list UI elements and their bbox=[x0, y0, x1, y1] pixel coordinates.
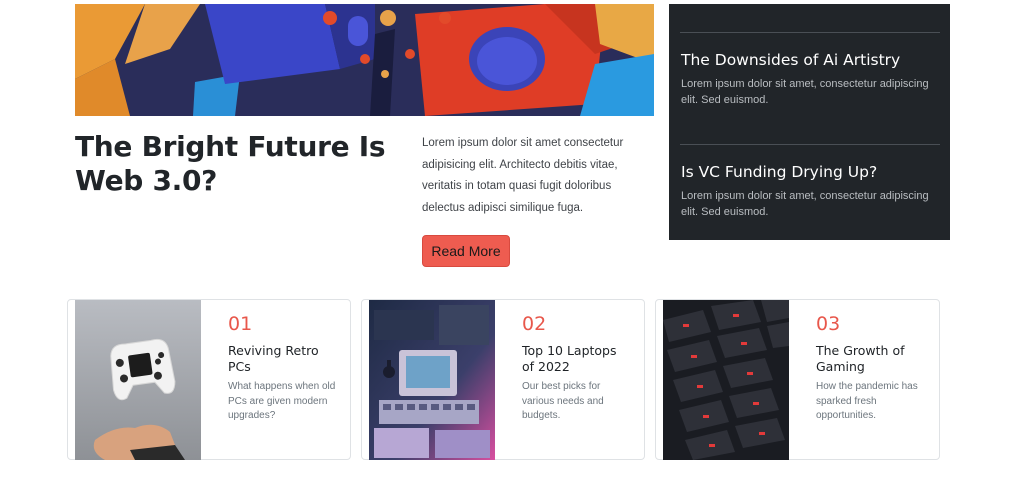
sidebar-item-title[interactable]: Is VC Funding Drying Up? bbox=[681, 162, 940, 182]
sidebar-item-title[interactable]: The Downsides of Ai Artistry bbox=[681, 50, 940, 70]
sidebar-divider bbox=[680, 32, 940, 33]
hero-description: Lorem ipsum dolor sit amet consectetur a… bbox=[422, 137, 624, 214]
card-image-red-keyboard bbox=[663, 300, 789, 460]
card-text: How the pandemic has sparked fresh oppor… bbox=[816, 381, 918, 421]
card-title[interactable]: Reviving Retro PCs bbox=[228, 343, 338, 375]
red-keyboard-photo bbox=[663, 300, 789, 460]
hero-title[interactable]: The Bright Future Is Web 3.0? bbox=[75, 130, 405, 198]
card-body: 01 Reviving Retro PCs What happens when … bbox=[228, 312, 338, 424]
article-card-gaming[interactable]: 03 The Growth of Gaming How the pandemic… bbox=[655, 299, 940, 460]
sidebar-item-text: Lorem ipsum dolor sit amet, consectetur … bbox=[681, 190, 929, 218]
sidebar-item-ai-artistry[interactable]: The Downsides of Ai Artistry Lorem ipsum… bbox=[681, 50, 940, 108]
sidebar-item-text: Lorem ipsum dolor sit amet, consectetur … bbox=[681, 78, 929, 106]
sidebar-panel: The Downsides of Ai Artistry Lorem ipsum… bbox=[669, 4, 950, 240]
card-title[interactable]: The Growth of Gaming bbox=[816, 343, 926, 375]
abstract-blocks-illustration bbox=[75, 4, 654, 116]
article-card-retro-pcs[interactable]: 01 Reviving Retro PCs What happens when … bbox=[67, 299, 351, 460]
sidebar-item-vc-funding[interactable]: Is VC Funding Drying Up? Lorem ipsum dol… bbox=[681, 162, 940, 220]
game-controller-photo bbox=[75, 300, 201, 460]
card-number: 02 bbox=[522, 313, 547, 335]
card-text: What happens when old PCs are given mode… bbox=[228, 381, 336, 421]
card-body: 03 The Growth of Gaming How the pandemic… bbox=[816, 312, 926, 424]
article-card-laptops[interactable]: 02 Top 10 Laptops of 2022 Our best picks… bbox=[361, 299, 645, 460]
card-number: 01 bbox=[228, 313, 253, 335]
read-more-button[interactable]: Read More bbox=[422, 235, 510, 267]
hero-image bbox=[75, 4, 654, 116]
sidebar-divider bbox=[680, 144, 940, 145]
retro-computer-photo bbox=[369, 300, 495, 460]
card-image-retro-computer bbox=[369, 300, 495, 460]
card-image-game-controller bbox=[75, 300, 201, 460]
card-body: 02 Top 10 Laptops of 2022 Our best picks… bbox=[522, 312, 632, 424]
card-text: Our best picks for various needs and bud… bbox=[522, 381, 604, 421]
card-number: 03 bbox=[816, 313, 841, 335]
card-title[interactable]: Top 10 Laptops of 2022 bbox=[522, 343, 632, 375]
